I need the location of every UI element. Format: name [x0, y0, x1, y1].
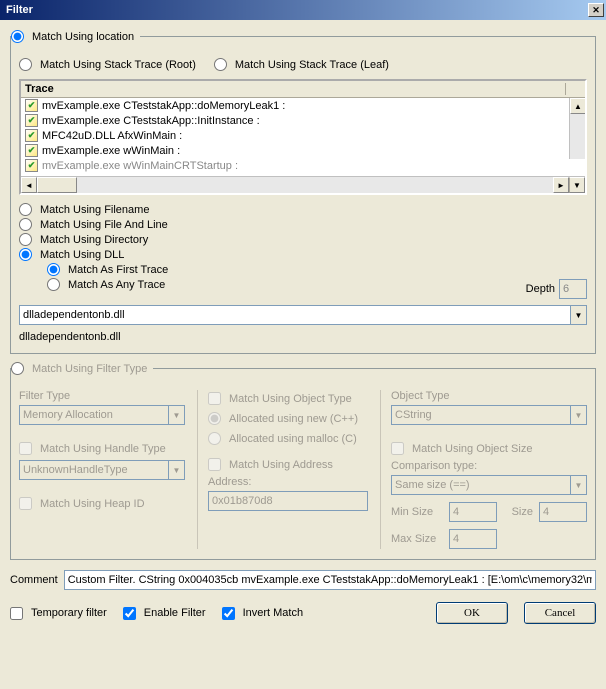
check-icon[interactable]: ✔ [25, 144, 38, 157]
check-icon[interactable]: ✔ [25, 159, 38, 172]
vertical-scrollbar[interactable]: ▲ [569, 98, 585, 159]
check-icon[interactable]: ✔ [25, 129, 38, 142]
minsize-field [449, 502, 497, 522]
close-button[interactable]: ✕ [588, 3, 604, 17]
check-icon[interactable]: ✔ [25, 99, 38, 112]
chevron-down-icon: ▼ [168, 405, 185, 425]
cancel-button[interactable]: Cancel [524, 602, 596, 624]
match-filename-radio[interactable]: Match Using Filename [19, 203, 587, 216]
trace-item[interactable]: ✔mvExample.exe wWinMain : [21, 143, 585, 158]
title-bar: Filter ✕ [0, 0, 606, 20]
match-dll-radio[interactable]: Match Using DLL [19, 248, 587, 261]
alloc-malloc-radio: Allocated using malloc (C) [208, 432, 368, 445]
dll-combo-input[interactable] [19, 305, 570, 325]
address-field [208, 491, 368, 511]
depth-label: Depth [526, 283, 555, 295]
comment-label: Comment [10, 574, 58, 586]
comment-field[interactable] [64, 570, 596, 590]
trace-item[interactable]: ✔mvExample.exe CTeststakApp::InitInstanc… [21, 113, 585, 128]
match-stack-leaf-radio[interactable]: Match Using Stack Trace (Leaf) [214, 58, 389, 71]
trace-item[interactable]: ✔mvExample.exe wWinMainCRTStartup : [21, 158, 585, 173]
object-type-label: Object Type [391, 390, 587, 402]
heap-id-checkbox: Match Using Heap ID [19, 497, 185, 510]
location-group: Match Using location Match Using Stack T… [10, 36, 596, 354]
trace-item[interactable]: ✔mvExample.exe CTeststakApp::doMemoryLea… [21, 98, 585, 113]
handle-type-checkbox: Match Using Handle Type [19, 442, 185, 455]
window-title: Filter [2, 4, 588, 16]
maxsize-field [449, 529, 497, 549]
alloc-new-radio: Allocated using new (C++) [208, 412, 368, 425]
minsize-label: Min Size [391, 506, 443, 518]
handle-type-combo [19, 460, 168, 480]
maxsize-label: Max Size [391, 533, 443, 545]
invert-match-checkbox[interactable]: Invert Match [222, 607, 304, 620]
dialog-body: Match Using location Match Using Stack T… [0, 20, 606, 689]
filter-type-combo [19, 405, 168, 425]
size-field [539, 502, 587, 522]
check-icon[interactable]: ✔ [25, 114, 38, 127]
address-checkbox: Match Using Address [208, 458, 368, 471]
scroll-down-icon[interactable]: ▼ [569, 177, 585, 193]
chevron-down-icon: ▼ [570, 405, 587, 425]
dll-plain-label: dlladependentonb.dll [19, 331, 587, 343]
object-type-combo [391, 405, 570, 425]
enable-filter-checkbox[interactable]: Enable Filter [123, 607, 206, 620]
scroll-right-icon[interactable]: ► [553, 177, 569, 193]
comparison-label: Comparison type: [391, 460, 587, 472]
scroll-left-icon[interactable]: ◄ [21, 177, 37, 193]
object-type-checkbox: Match Using Object Type [208, 392, 368, 405]
comparison-combo [391, 475, 570, 495]
filter-type-group: Match Using Filter Type Filter Type ▼ Ma… [10, 368, 596, 560]
scroll-thumb[interactable] [37, 177, 77, 193]
horizontal-scrollbar[interactable]: ◄ ► ▼ [21, 176, 585, 193]
trace-item[interactable]: ✔MFC42uD.DLL AfxWinMain : [21, 128, 585, 143]
chevron-down-icon: ▼ [570, 475, 587, 495]
size-label: Size [503, 506, 533, 518]
match-filter-type-radio[interactable]: Match Using Filter Type [11, 362, 147, 375]
match-file-line-radio[interactable]: Match Using File And Line [19, 218, 587, 231]
match-directory-radio[interactable]: Match Using Directory [19, 233, 587, 246]
scroll-up-icon[interactable]: ▲ [570, 98, 585, 114]
object-size-checkbox: Match Using Object Size [391, 442, 587, 455]
trace-header[interactable]: Trace [21, 81, 585, 98]
address-label: Address: [208, 476, 368, 488]
match-location-radio[interactable]: Match Using location [11, 30, 134, 43]
chevron-down-icon[interactable]: ▼ [570, 305, 587, 325]
filter-type-label: Filter Type [19, 390, 185, 402]
chevron-down-icon: ▼ [168, 460, 185, 480]
match-stack-root-radio[interactable]: Match Using Stack Trace (Root) [19, 58, 196, 71]
depth-field [559, 279, 587, 299]
trace-listbox: Trace ✔mvExample.exe CTeststakApp::doMem… [19, 79, 587, 195]
match-first-trace-radio[interactable]: Match As First Trace [47, 263, 587, 276]
ok-button[interactable]: OK [436, 602, 508, 624]
temporary-filter-checkbox[interactable]: Temporary filter [10, 607, 107, 620]
